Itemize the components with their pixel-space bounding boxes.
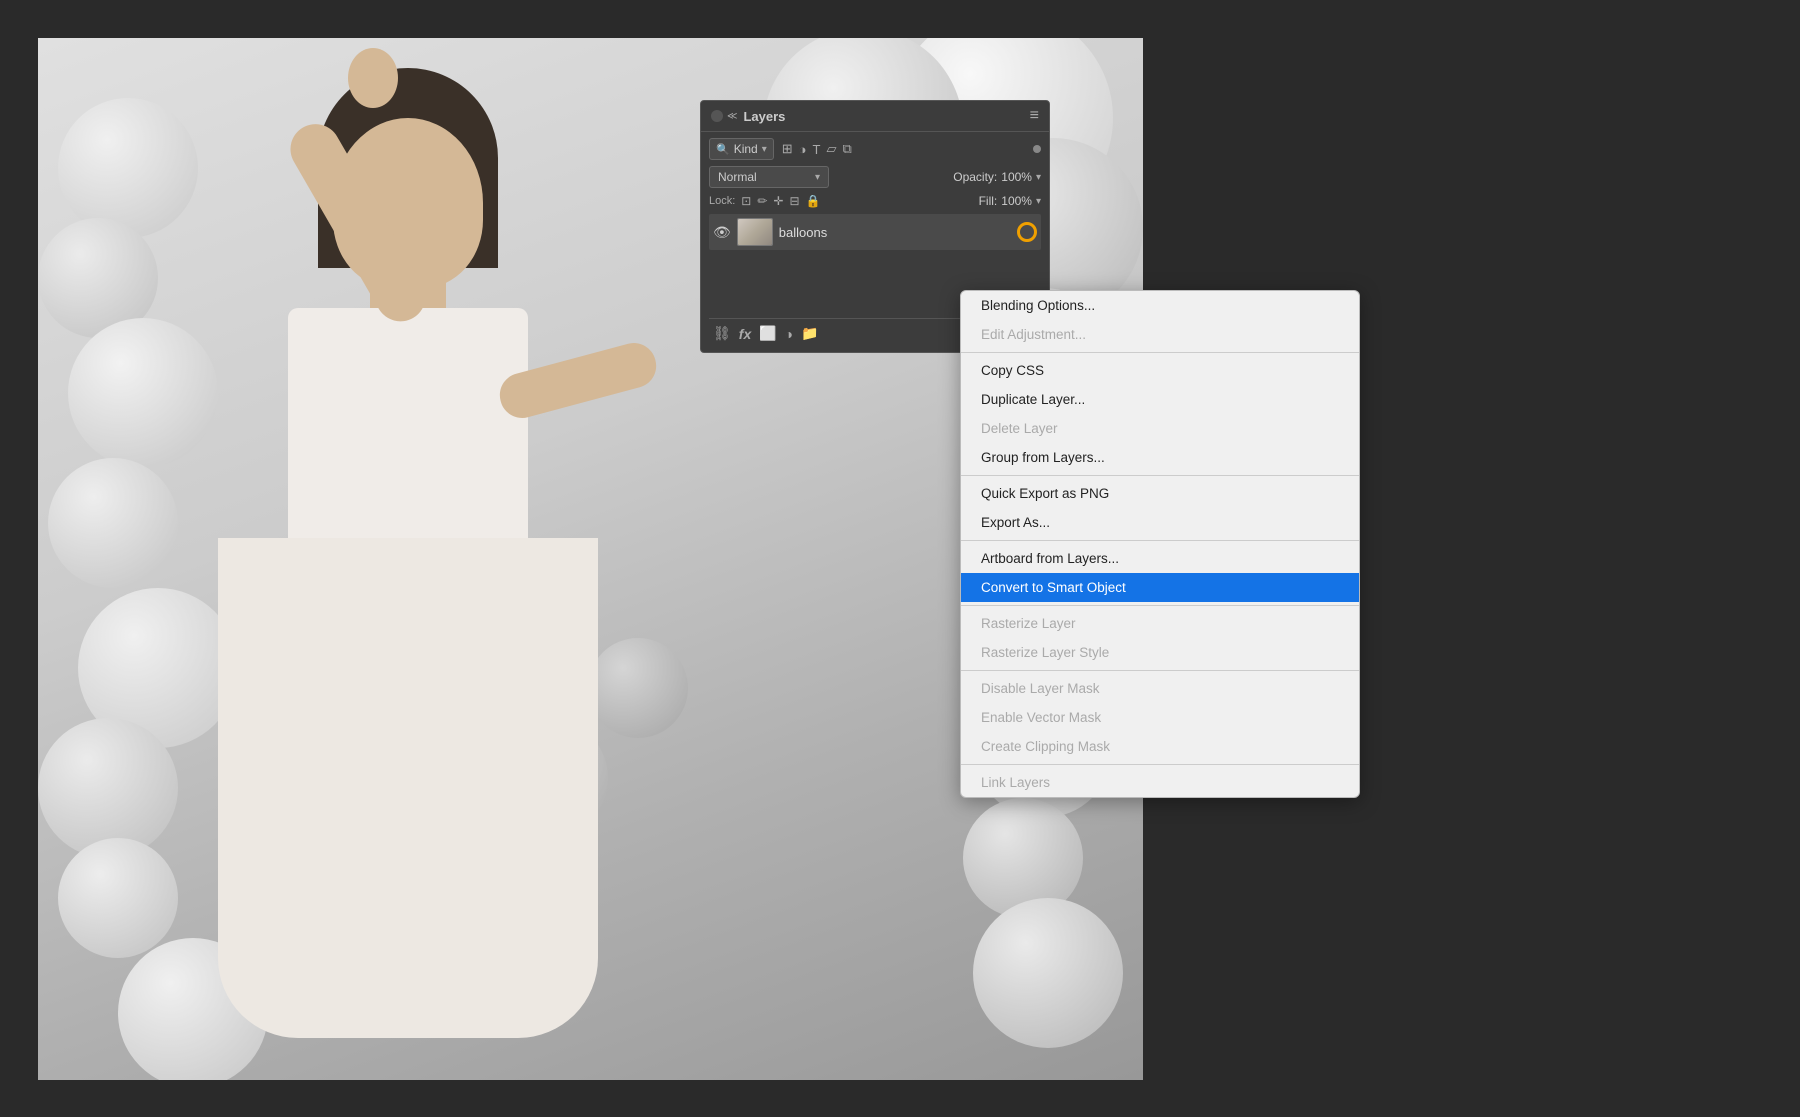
lock-transparent-icon[interactable]: ⊡ (741, 194, 751, 208)
lock-icons-group: ⊡ ✏ ✛ ⊟ 🔒 (741, 194, 820, 208)
context-menu-item[interactable]: Duplicate Layer... (961, 385, 1359, 414)
layer-thumbnail (737, 218, 773, 246)
context-menu-item[interactable]: Export As... (961, 508, 1359, 537)
kind-color-indicator (1033, 145, 1041, 153)
layer-context-trigger[interactable] (1017, 222, 1037, 242)
menu-separator (961, 352, 1359, 353)
menu-separator (961, 670, 1359, 671)
context-menu-item[interactable]: Convert to Smart Object (961, 573, 1359, 602)
layer-item-balloons[interactable]: 👁 balloons (709, 214, 1041, 250)
kind-smart-icon[interactable]: ⧉ (842, 141, 851, 157)
lock-position-icon[interactable]: ✛ (773, 194, 783, 208)
group-icon[interactable]: 📁 (801, 325, 818, 342)
opacity-value[interactable]: 100% (1001, 170, 1032, 184)
context-menu-item[interactable]: Blending Options... (961, 291, 1359, 320)
panel-collapse-button[interactable]: ≪ (727, 111, 737, 122)
context-menu-item[interactable]: Group from Layers... (961, 443, 1359, 472)
context-menu-item: Edit Adjustment... (961, 320, 1359, 349)
kind-dropdown[interactable]: 🔍 Kind ▾ (709, 138, 774, 160)
kind-adjust-icon[interactable]: ◑ (799, 142, 807, 157)
menu-separator (961, 475, 1359, 476)
context-menu-item: Disable Layer Mask (961, 674, 1359, 703)
context-menu-item: Rasterize Layer (961, 609, 1359, 638)
kind-row: 🔍 Kind ▾ ⊞ ◑ T ▱ ⧉ (709, 138, 1041, 160)
blend-mode-dropdown[interactable]: Normal ▾ (709, 166, 829, 188)
lock-image-icon[interactable]: ✏ (757, 194, 767, 208)
opacity-chevron-icon: ▾ (1036, 172, 1041, 183)
layers-panel-titlebar: ≪ Layers ≡ (701, 101, 1049, 132)
layers-panel-title: Layers (737, 109, 1029, 124)
woman-figure (138, 38, 638, 1080)
fill-value[interactable]: 100% (1001, 194, 1032, 208)
link-icon[interactable]: ⛓ (713, 325, 731, 342)
adjustment-icon[interactable]: ◑ (785, 326, 793, 342)
fill-chevron-icon: ▾ (1036, 196, 1041, 207)
context-menu-item[interactable]: Quick Export as PNG (961, 479, 1359, 508)
blend-chevron-icon: ▾ (815, 172, 820, 183)
fill-group: Fill: 100% ▾ (979, 194, 1041, 208)
layers-panel-menu-button[interactable]: ≡ (1030, 107, 1039, 125)
kind-chevron-icon: ▾ (762, 144, 767, 155)
lock-label: Lock: (709, 195, 735, 207)
blend-mode-value: Normal (718, 170, 757, 184)
fx-icon[interactable]: fx (739, 326, 751, 342)
panel-close-button[interactable] (711, 110, 723, 122)
context-menu-item: Link Layers (961, 768, 1359, 797)
context-menu-item[interactable]: Copy CSS (961, 356, 1359, 385)
kind-text-icon[interactable]: T (813, 142, 821, 157)
context-menu-item: Delete Layer (961, 414, 1359, 443)
context-menu: Blending Options...Edit Adjustment... Cop… (960, 290, 1360, 798)
kind-shape-icon[interactable]: ▱ (826, 141, 836, 157)
context-menu-item: Rasterize Layer Style (961, 638, 1359, 667)
menu-separator (961, 605, 1359, 606)
kind-label: Kind (734, 142, 758, 156)
opacity-group: Opacity: 100% ▾ (953, 170, 1041, 184)
lock-artboard-icon[interactable]: ⊟ (789, 194, 799, 208)
context-menu-item: Enable Vector Mask (961, 703, 1359, 732)
layer-visibility-toggle[interactable]: 👁 (713, 224, 731, 241)
layer-name: balloons (779, 225, 827, 240)
context-menu-item: Create Clipping Mask (961, 732, 1359, 761)
kind-pixel-icon[interactable]: ⊞ (782, 141, 793, 157)
search-icon: 🔍 (716, 143, 730, 156)
fill-label: Fill: (979, 194, 998, 208)
lock-fill-row: Lock: ⊡ ✏ ✛ ⊟ 🔒 Fill: 100% ▾ (709, 194, 1041, 208)
kind-icons: ⊞ ◑ T ▱ ⧉ (782, 141, 852, 157)
opacity-label: Opacity: (953, 170, 997, 184)
lock-all-icon[interactable]: 🔒 (806, 194, 821, 208)
menu-separator (961, 764, 1359, 765)
blend-opacity-row: Normal ▾ Opacity: 100% ▾ (709, 166, 1041, 188)
context-menu-item[interactable]: Artboard from Layers... (961, 544, 1359, 573)
menu-separator (961, 540, 1359, 541)
mask-icon[interactable]: ⬜ (759, 325, 776, 342)
